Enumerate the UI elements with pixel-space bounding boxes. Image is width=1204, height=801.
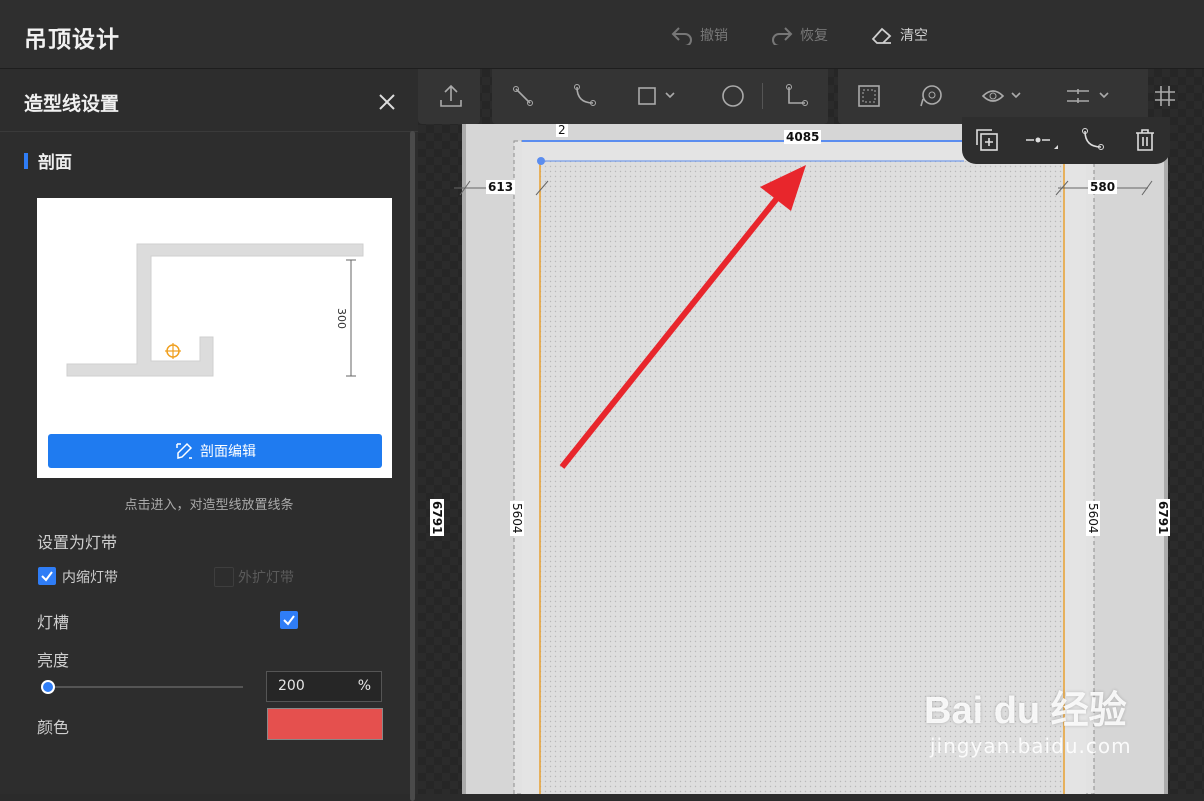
undo-label: 撤销 [700, 28, 728, 44]
outer-strip-label: 外扩灯带 [238, 570, 294, 586]
redo-button[interactable]: 恢复 [770, 24, 828, 46]
line-icon [513, 86, 533, 106]
arc-tool[interactable] [570, 81, 600, 111]
top-bar: 吊顶设计 撤销 恢复 清空 [0, 0, 1204, 69]
outer-strip-checkbox[interactable] [214, 567, 234, 587]
check-icon [41, 571, 53, 582]
brightness-label: 亮度 [37, 651, 70, 670]
profile-hint: 点击进入，对造型线放置线条 [124, 498, 294, 513]
dim-outer-right: 6791 [1156, 499, 1170, 537]
split-line-icon [1026, 137, 1058, 149]
toolbar-group-upload [418, 69, 480, 124]
lasso-tool[interactable] [916, 81, 946, 111]
arc-icon [574, 84, 596, 106]
dim-outer-left: 6791 [430, 499, 444, 537]
watermark-url: jingyan.baidu.com [930, 734, 1132, 758]
eraser-icon [871, 27, 892, 44]
profile-edit-label: 剖面编辑 [200, 444, 256, 460]
grid-icon [1155, 86, 1175, 106]
eye-icon [981, 90, 1021, 102]
light-position-icon [165, 343, 181, 359]
corner-tool[interactable] [782, 81, 812, 111]
dim-top: 4085 [784, 130, 822, 144]
redo-icon [772, 27, 793, 45]
lasso-icon [920, 85, 942, 107]
clear-label: 清空 [900, 28, 928, 44]
upload-icon [440, 84, 462, 107]
brightness-slider-track[interactable] [47, 686, 243, 688]
brightness-unit: % [357, 678, 371, 694]
curve-icon [1082, 128, 1104, 150]
dim-right: 580 [1088, 180, 1118, 194]
align-tool[interactable] [1064, 81, 1112, 111]
light-slot-label: 灯槽 [37, 613, 70, 632]
copy-tool[interactable] [972, 125, 1002, 155]
brightness-slider-handle[interactable] [41, 680, 55, 694]
panel-header: 造型线设置 [0, 69, 418, 132]
profile-dimension-label: 300 [335, 308, 348, 329]
toolbar-group-view [838, 69, 1148, 124]
section-title: 剖面 [24, 148, 72, 173]
panel-title: 造型线设置 [24, 93, 120, 115]
profile-preview: 300 剖面编辑 [37, 198, 392, 478]
close-icon [379, 94, 395, 110]
grid-tool[interactable] [1150, 81, 1180, 111]
edit-profile-icon [176, 442, 193, 459]
brightness-value: 200 [278, 678, 305, 694]
dim-top-small: 2 [556, 123, 568, 137]
copy-icon [976, 129, 998, 151]
circle-icon [722, 85, 744, 107]
app-title: 吊顶设计 [24, 27, 120, 53]
watermark: Bai du 经验 jingyan.baidu.com [924, 679, 1132, 758]
trash-icon [1136, 129, 1154, 151]
light-slot-checkbox[interactable] [280, 611, 298, 629]
delete-tool[interactable] [1130, 125, 1160, 155]
rectangle-tool[interactable] [634, 81, 680, 111]
undo-button[interactable]: 撤销 [670, 24, 728, 46]
select-region-tool[interactable] [854, 81, 884, 111]
toolbar-group-draw [492, 69, 828, 124]
section-accent-bar [24, 152, 28, 169]
circle-tool[interactable] [718, 81, 748, 111]
watermark-brand: Bai du 经验 [924, 690, 1127, 732]
redo-label: 恢复 [800, 28, 828, 44]
profile-edit-button[interactable]: 剖面编辑 [48, 434, 382, 468]
brightness-input[interactable]: 200 % [266, 671, 382, 702]
close-button[interactable] [376, 91, 398, 113]
select-region-icon [858, 85, 880, 107]
clear-button[interactable]: 清空 [870, 24, 928, 46]
line-tool[interactable] [508, 81, 538, 111]
inner-strip-checkbox[interactable] [38, 567, 56, 585]
visibility-tool[interactable] [980, 81, 1026, 111]
toolbar-divider [762, 83, 763, 109]
dim-inner-left: 5604 [510, 501, 524, 536]
panel-scrollbar[interactable] [410, 131, 415, 801]
dim-inner-right: 5604 [1086, 501, 1100, 536]
section-title-text: 剖面 [38, 153, 72, 173]
align-icon [1067, 89, 1109, 103]
inner-strip-label: 内缩灯带 [62, 570, 118, 586]
rectangle-icon [638, 87, 675, 105]
settings-panel: 造型线设置 剖面 300 剖面编辑 点击进入，对造型线放置线条 设置为灯带 内缩… [0, 69, 418, 801]
check-icon [283, 615, 295, 626]
dim-left: 613 [486, 180, 516, 194]
design-canvas[interactable]: 4085 2 613 580 6791 6791 5604 5604 Bai d… [418, 69, 1204, 794]
color-picker[interactable] [267, 708, 383, 740]
context-toolbar [962, 117, 1170, 164]
color-label: 颜色 [37, 718, 70, 737]
corner-icon [786, 84, 808, 106]
curve-tool[interactable] [1078, 125, 1108, 155]
split-tool[interactable] [1022, 125, 1062, 155]
undo-icon [671, 27, 692, 45]
upload-tool[interactable] [436, 81, 466, 111]
light-strip-heading: 设置为灯带 [37, 533, 118, 552]
